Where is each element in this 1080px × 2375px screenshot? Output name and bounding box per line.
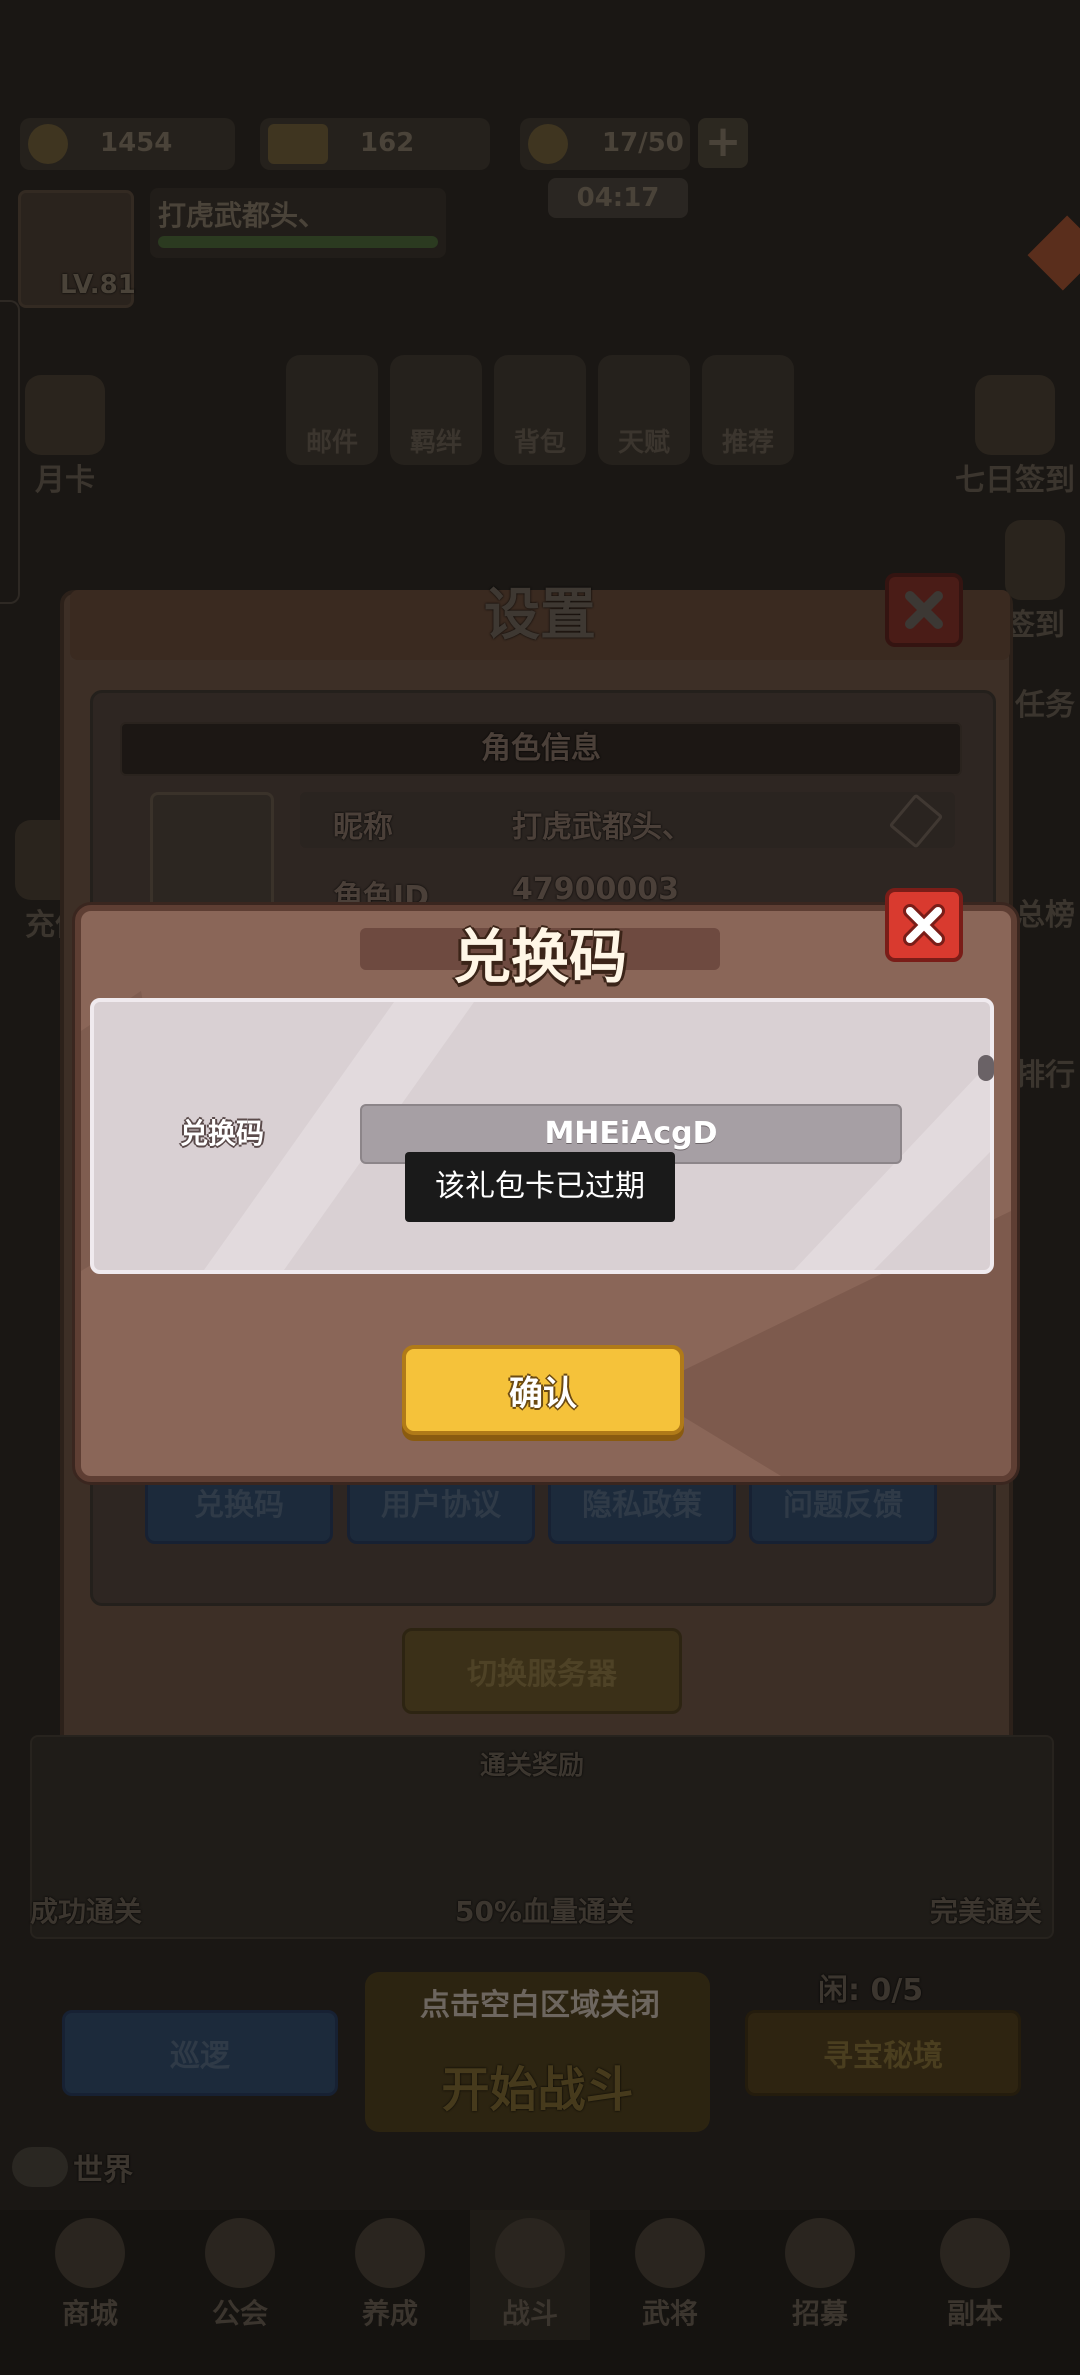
reward-half-hp: 50%血量通关	[455, 1895, 635, 1928]
confirm-button[interactable]: 确认	[402, 1345, 684, 1435]
nav-generals[interactable]: 武将	[610, 2210, 730, 2340]
settings-title: 设置	[484, 583, 596, 648]
close-hint: 点击空白区域关闭	[420, 1988, 660, 2023]
gold-bar-resource: 162	[260, 118, 490, 170]
role-info-header: 角色信息	[120, 722, 962, 776]
scroll-dot	[978, 1055, 994, 1081]
close-icon	[903, 904, 945, 946]
player-level: LV.81	[60, 270, 136, 300]
reward-success: 成功通关	[30, 1895, 143, 1928]
nav-dungeon[interactable]: 副本	[915, 2210, 1035, 2340]
bond-button[interactable]: 羁绊	[390, 355, 482, 465]
idle-count: 闲: 0/5	[818, 1973, 924, 2008]
battle-icon	[495, 2218, 565, 2288]
gold-resource: 1454	[20, 118, 235, 170]
seven-day-signin-button[interactable]: 七日签到	[950, 375, 1080, 499]
switch-server-button[interactable]: 切换服务器	[402, 1628, 682, 1714]
nickname-value: 打虎武都头、	[512, 810, 692, 845]
monthly-card-button[interactable]: 月卡	[10, 375, 120, 499]
world-chat-button[interactable]: 世界	[12, 2145, 172, 2193]
develop-icon	[355, 2218, 425, 2288]
timer: 04:17	[548, 178, 688, 218]
gold-bar-value: 162	[360, 128, 415, 158]
recruit-icon	[785, 2218, 855, 2288]
bottom-nav: 商城 公会 养成 战斗 武将 招募 副本	[0, 2210, 1080, 2375]
event-badge-icon[interactable]	[1027, 215, 1080, 291]
nav-shop[interactable]: 商城	[30, 2210, 150, 2340]
modal-close-button[interactable]	[885, 888, 963, 962]
ranking-button[interactable]: 排行	[1010, 1050, 1080, 1094]
generals-icon	[635, 2218, 705, 2288]
settings-close-button[interactable]	[885, 573, 963, 647]
gold-coin-icon	[28, 124, 68, 164]
ranking-total-button[interactable]: 总榜	[1010, 890, 1080, 934]
shop-icon	[55, 2218, 125, 2288]
task-button[interactable]: 任务	[1010, 680, 1080, 724]
guild-icon	[205, 2218, 275, 2288]
gold-value: 1454	[100, 128, 173, 158]
role-id-value: 47900003	[512, 872, 679, 907]
stamina-resource: 17/50	[520, 118, 690, 170]
nav-guild[interactable]: 公会	[180, 2210, 300, 2340]
patrol-button[interactable]: 巡逻	[62, 2010, 338, 2096]
expired-toast: 该礼包卡已过期	[405, 1152, 675, 1222]
redeem-code-label: 兑换码	[180, 1117, 265, 1150]
nav-battle[interactable]: 战斗	[470, 2210, 590, 2340]
nav-develop[interactable]: 养成	[330, 2210, 450, 2340]
exp-bar	[158, 236, 438, 248]
mail-button[interactable]: 邮件	[286, 355, 378, 465]
start-battle-label: 开始战斗	[441, 2062, 634, 2118]
settings-avatar[interactable]	[150, 792, 274, 916]
close-icon	[905, 591, 943, 629]
chat-bubble-icon	[12, 2147, 68, 2187]
gold-bar-icon	[268, 124, 328, 164]
recommend-button[interactable]: 推荐	[702, 355, 794, 465]
player-name: 打虎武都头、	[158, 199, 327, 232]
talent-button[interactable]: 天赋	[598, 355, 690, 465]
player-name-bar: 打虎武都头、	[150, 188, 446, 258]
dungeon-icon	[940, 2218, 1010, 2288]
reward-header: 通关奖励	[480, 1751, 585, 1781]
treasure-button[interactable]: 寻宝秘境	[745, 2010, 1021, 2096]
add-stamina-button[interactable]: +	[698, 118, 748, 168]
stamina-value: 17/50	[602, 128, 684, 158]
nickname-label: 昵称	[333, 810, 393, 845]
nav-recruit[interactable]: 招募	[760, 2210, 880, 2340]
modal-title: 兑换码	[452, 923, 627, 991]
reward-perfect: 完美通关	[930, 1895, 1043, 1928]
bag-button[interactable]: 背包	[494, 355, 586, 465]
stamina-icon	[528, 124, 568, 164]
